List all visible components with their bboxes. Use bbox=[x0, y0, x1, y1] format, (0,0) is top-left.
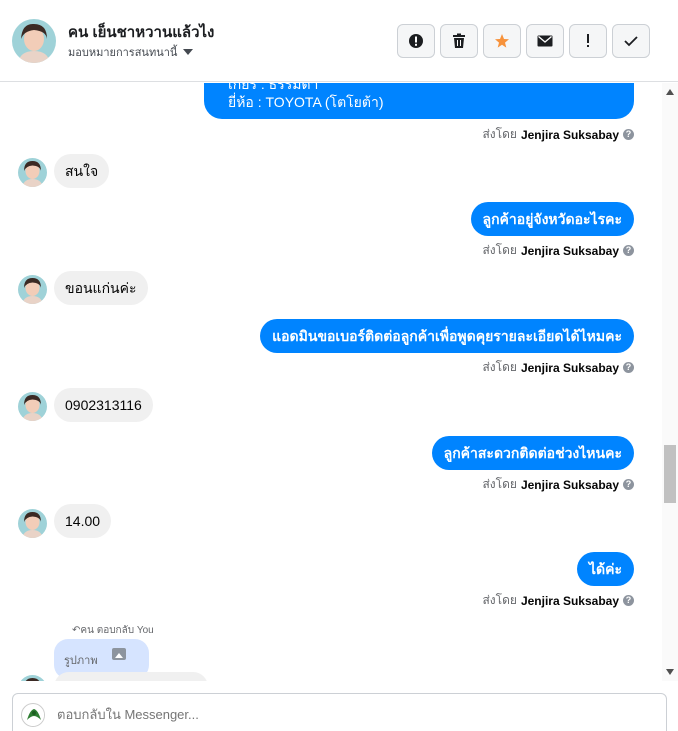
message-outgoing: ลูกค้าสะดวกติดต่อช่วงไหนคะ bbox=[431, 436, 634, 470]
delete-button[interactable] bbox=[440, 24, 478, 58]
sent-prefix: ส่งโดย bbox=[482, 127, 517, 141]
sent-by-label: ส่งโดย Jenjira Suksabay ? bbox=[482, 241, 634, 260]
message-bubble[interactable]: เกียร์ : ธรรมดา ยี่ห้อ : TOYOTA (โตโยต้า… bbox=[204, 83, 634, 119]
reply-composer bbox=[12, 693, 667, 731]
message-outgoing: เกียร์ : ธรรมดา ยี่ห้อ : TOYOTA (โตโยต้า… bbox=[204, 83, 634, 119]
scroll-up-arrow-icon[interactable] bbox=[666, 89, 674, 95]
message-bubble[interactable]: ได้ค่ะ bbox=[576, 552, 634, 586]
scrollbar-thumb[interactable] bbox=[664, 445, 676, 503]
page-avatar bbox=[21, 703, 45, 727]
scroll-down-arrow-icon[interactable] bbox=[666, 669, 674, 675]
message-bubble[interactable]: ลูกค้าสะดวกติดต่อช่วงไหนคะ bbox=[431, 436, 634, 470]
message-bubble-incoming[interactable]: 14.00 bbox=[54, 504, 112, 538]
message-line: ยี่ห้อ : TOYOTA (โตโยต้า) bbox=[228, 94, 384, 110]
sender-name: Jenjira Suksabay bbox=[520, 360, 619, 375]
conversation-header: คน เย็นชาหวานแล้วไง มอบหมายการสนทนานี้ bbox=[0, 0, 678, 82]
message-outgoing: ได้ค่ะ bbox=[576, 552, 634, 586]
sender-name: Jenjira Suksabay bbox=[520, 127, 619, 142]
sender-name: Jenjira Suksabay bbox=[520, 243, 619, 258]
caret-down-icon bbox=[183, 49, 194, 55]
alert-button[interactable] bbox=[397, 24, 435, 58]
message-bubble-incoming[interactable]: ขอนแก่นค่ะ bbox=[54, 271, 148, 305]
sent-by-label: ส่งโดย Jenjira Suksabay ? bbox=[482, 475, 634, 494]
message-bubble-incoming[interactable]: 0902313116 bbox=[54, 388, 153, 422]
help-icon[interactable]: ? bbox=[623, 595, 634, 606]
sent-prefix: ส่งโดย bbox=[482, 593, 517, 607]
message-bubble-incoming[interactable]: สนใจ bbox=[54, 154, 110, 188]
message-bubble[interactable]: ลูกค้าอยู่จังหวัดอะไรคะ bbox=[470, 202, 634, 236]
message-bubble[interactable]: แอดมินขอเบอร์ติดต่อลูกค้าเพื่อพูดคุยรายล… bbox=[260, 319, 634, 353]
help-icon[interactable]: ? bbox=[623, 479, 634, 490]
sender-name: Jenjira Suksabay bbox=[520, 477, 619, 492]
sent-prefix: ส่งโดย bbox=[482, 243, 517, 257]
star-button[interactable] bbox=[483, 24, 521, 58]
assign-conversation-dropdown[interactable]: มอบหมายการสนทนานี้ bbox=[68, 43, 194, 61]
contact-avatar-small bbox=[18, 158, 47, 187]
trash-icon bbox=[453, 33, 465, 48]
contact-name[interactable]: คน เย็นชาหวานแล้วไง bbox=[68, 20, 214, 44]
contact-avatar-small bbox=[18, 675, 47, 681]
sent-by-label: ส่งโดย Jenjira Suksabay ? bbox=[482, 125, 634, 144]
check-icon bbox=[624, 36, 638, 47]
reply-meta: ↶คน ตอบกลับ You bbox=[72, 623, 154, 638]
sent-prefix: ส่งโดย bbox=[482, 360, 517, 374]
help-icon[interactable]: ? bbox=[623, 245, 634, 256]
sender-name: Jenjira Suksabay bbox=[520, 593, 619, 608]
alert-circle-icon bbox=[409, 34, 423, 48]
message-outgoing: ลูกค้าอยู่จังหวัดอะไรคะ bbox=[470, 202, 634, 236]
sent-by-label: ส่งโดย Jenjira Suksabay ? bbox=[482, 591, 634, 610]
contact-avatar-small bbox=[18, 509, 47, 538]
assign-label: มอบหมายการสนทนานี้ bbox=[68, 47, 178, 59]
chat-scrollbar[interactable] bbox=[662, 83, 678, 681]
messenger-conversation-window: คน เย็นชาหวานแล้วไง มอบหมายการสนทนานี้ เ… bbox=[0, 0, 678, 731]
sent-by-label: ส่งโดย Jenjira Suksabay ? bbox=[482, 358, 634, 377]
quoted-label: รูปภาพ bbox=[64, 655, 98, 667]
reply-meta-text: คน ตอบกลับ You bbox=[80, 625, 154, 636]
mark-done-button[interactable] bbox=[612, 24, 650, 58]
envelope-icon bbox=[537, 35, 553, 47]
star-icon bbox=[495, 34, 509, 48]
conversation-actions bbox=[397, 24, 650, 58]
message-outgoing: แอดมินขอเบอร์ติดต่อลูกค้าเพื่อพูดคุยรายล… bbox=[260, 319, 634, 353]
contact-avatar-small bbox=[18, 275, 47, 304]
mark-important-button[interactable] bbox=[569, 24, 607, 58]
email-button[interactable] bbox=[526, 24, 564, 58]
exclamation-icon bbox=[587, 34, 589, 47]
contact-avatar[interactable] bbox=[12, 19, 56, 63]
sent-prefix: ส่งโดย bbox=[482, 477, 517, 491]
message-bubble-incoming-partial[interactable] bbox=[54, 672, 208, 681]
message-thread[interactable]: เกียร์ : ธรรมดา ยี่ห้อ : TOYOTA (โตโยต้า… bbox=[0, 83, 662, 681]
contact-avatar-small bbox=[18, 392, 47, 421]
help-icon[interactable]: ? bbox=[623, 362, 634, 373]
reply-input[interactable] bbox=[57, 707, 617, 722]
message-line: เกียร์ : ธรรมดา bbox=[228, 83, 319, 92]
image-icon bbox=[111, 648, 126, 660]
help-icon[interactable]: ? bbox=[623, 129, 634, 140]
